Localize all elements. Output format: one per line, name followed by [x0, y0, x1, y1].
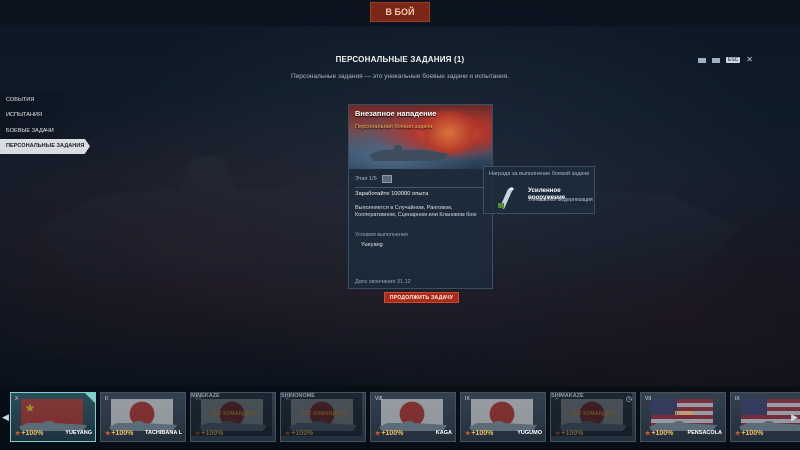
reward-label: Награда за выполнение боевой задачи: [489, 171, 590, 177]
ship-warning: В БОЮ: [674, 411, 694, 417]
ship-card[interactable]: VIНЕТ КОМАНДИРА★+100%SHINONOME: [280, 392, 366, 442]
star-icon: ★: [465, 431, 471, 437]
xp-bonus-value: +100%: [111, 430, 134, 437]
xp-bonus-value: +100%: [741, 430, 764, 437]
mission-art: Внезапное нападение Персональная боевая …: [349, 105, 492, 169]
xp-bonus-value: +100%: [21, 430, 44, 437]
ship-name: YUGUMO: [517, 430, 542, 436]
ship-card[interactable]: VIIНЕТ КОМАНДИРА★+100%MINEKAZE: [190, 392, 276, 442]
ship-tier: X: [15, 396, 19, 402]
ship-name: TACHIBANA L: [145, 430, 182, 436]
task-description: Выполняется в Случайном, Ранговом, Коопе…: [355, 205, 477, 218]
stage-row: Этап 1/5: [355, 175, 392, 183]
page-title: ПЕРСОНАЛЬНЫЕ ЗАДАНИЯ (1): [335, 55, 465, 64]
continue-task-button[interactable]: ПРОДОЛЖИТЬ ЗАДАЧУ: [384, 292, 459, 303]
star-icon: ★: [15, 431, 21, 437]
ship-name: MINEKAZE: [191, 393, 272, 436]
view-controls: ESC ✕: [698, 56, 753, 64]
ship-tier: IX: [735, 396, 740, 402]
star-icon: ★: [375, 431, 381, 437]
mission-type: Персональная боевая задача: [355, 124, 433, 130]
mission-card[interactable]: Внезапное нападение Персональная боевая …: [348, 104, 493, 289]
grid-view-icon[interactable]: [698, 57, 706, 63]
carousel-left-arrow-icon[interactable]: ◀: [2, 412, 9, 423]
xp-bonus: ★+100%: [375, 430, 403, 437]
ship-card[interactable]: IX ★+100%: [730, 392, 800, 442]
conditions-value: Yueyang: [361, 242, 383, 248]
ship-card[interactable]: XНЕТ КОМАНДИРА★+100%SHIMAKAZE◷: [550, 392, 636, 442]
sidebar: СОБЫТИЯ ИСПЫТАНИЯ БОЕВЫЕ ЗАДАЧИ ПЕРСОНАЛ…: [0, 92, 90, 154]
ship-carousel: ◀ X★+100%YUEYANGII★+100%TACHIBANA LVIIНЕ…: [0, 386, 800, 450]
ship-card[interactable]: IX ★+100% YUGUMO: [460, 392, 546, 442]
ship-tier: II: [105, 396, 108, 402]
star-icon: ★: [735, 431, 741, 437]
xp-bonus-value: +100%: [381, 430, 404, 437]
ship-tier: IX: [465, 396, 470, 402]
close-icon[interactable]: ✕: [746, 56, 753, 64]
ship-card[interactable]: X ★+100% YUEYANG: [10, 392, 96, 442]
selected-corner-icon: [85, 393, 95, 403]
ship-name: KAGA: [435, 430, 452, 436]
task-objective: Заработайте 100000 опыта: [355, 191, 429, 197]
upgrade-module-icon: [498, 187, 514, 209]
ship-name: SHINONOME: [281, 393, 362, 436]
star-icon: ★: [645, 431, 651, 437]
sidebar-item-personal-missions[interactable]: ПЕРСОНАЛЬНЫЕ ЗАДАНИЯ: [0, 138, 90, 154]
mission-title: Внезапное нападение: [355, 109, 437, 118]
xp-bonus: ★+100%: [105, 430, 133, 437]
clock-icon: ◷: [625, 396, 632, 403]
stage-icon: [381, 175, 392, 183]
ship-card[interactable]: II ★+100% TACHIBANA L: [100, 392, 186, 442]
ship-card[interactable]: VIII ★+100% KAGA: [370, 392, 456, 442]
end-date: Дата окончания 31.12: [355, 279, 411, 285]
ship-tier: VII: [645, 396, 652, 402]
reward-type: Уникальная модернизация: [528, 197, 593, 203]
battle-button[interactable]: В БОЙ: [370, 2, 430, 22]
divider: [355, 187, 486, 188]
list-view-icon[interactable]: [712, 57, 720, 63]
ship-name: YUEYANG: [65, 430, 92, 436]
sidebar-item-events[interactable]: СОБЫТИЯ: [0, 92, 90, 108]
xp-bonus-value: +100%: [471, 430, 494, 437]
ship-card[interactable]: VII В БОЮ ★+100% PENSACOLA: [640, 392, 726, 442]
page-subtitle: Персональные задания — это уникальные бо…: [291, 73, 509, 80]
xp-bonus: ★+100%: [465, 430, 493, 437]
sidebar-item-challenges[interactable]: ИСПЫТАНИЯ: [0, 107, 90, 123]
reward-panel: Награда за выполнение боевой задачи Усил…: [483, 166, 595, 214]
xp-bonus: ★+100%: [735, 430, 763, 437]
conditions-label: Условия выполнения: [355, 232, 408, 238]
ship-name: SHIMAKAZE: [551, 393, 632, 436]
xp-bonus-value: +100%: [651, 430, 674, 437]
xp-bonus: ★+100%: [645, 430, 673, 437]
xp-bonus: ★+100%: [15, 430, 43, 437]
stage-label: Этап 1/5: [355, 176, 377, 182]
sidebar-item-combat-missions[interactable]: БОЕВЫЕ ЗАДАЧИ: [0, 123, 90, 139]
ship-name: PENSACOLA: [687, 430, 722, 436]
star-icon: ★: [105, 431, 111, 437]
ship-tier: VIII: [375, 396, 383, 402]
carousel-right-arrow-icon[interactable]: ▶: [791, 412, 798, 423]
top-bar: В БОЙ: [0, 0, 800, 26]
esc-key-hint: ESC: [726, 57, 741, 63]
